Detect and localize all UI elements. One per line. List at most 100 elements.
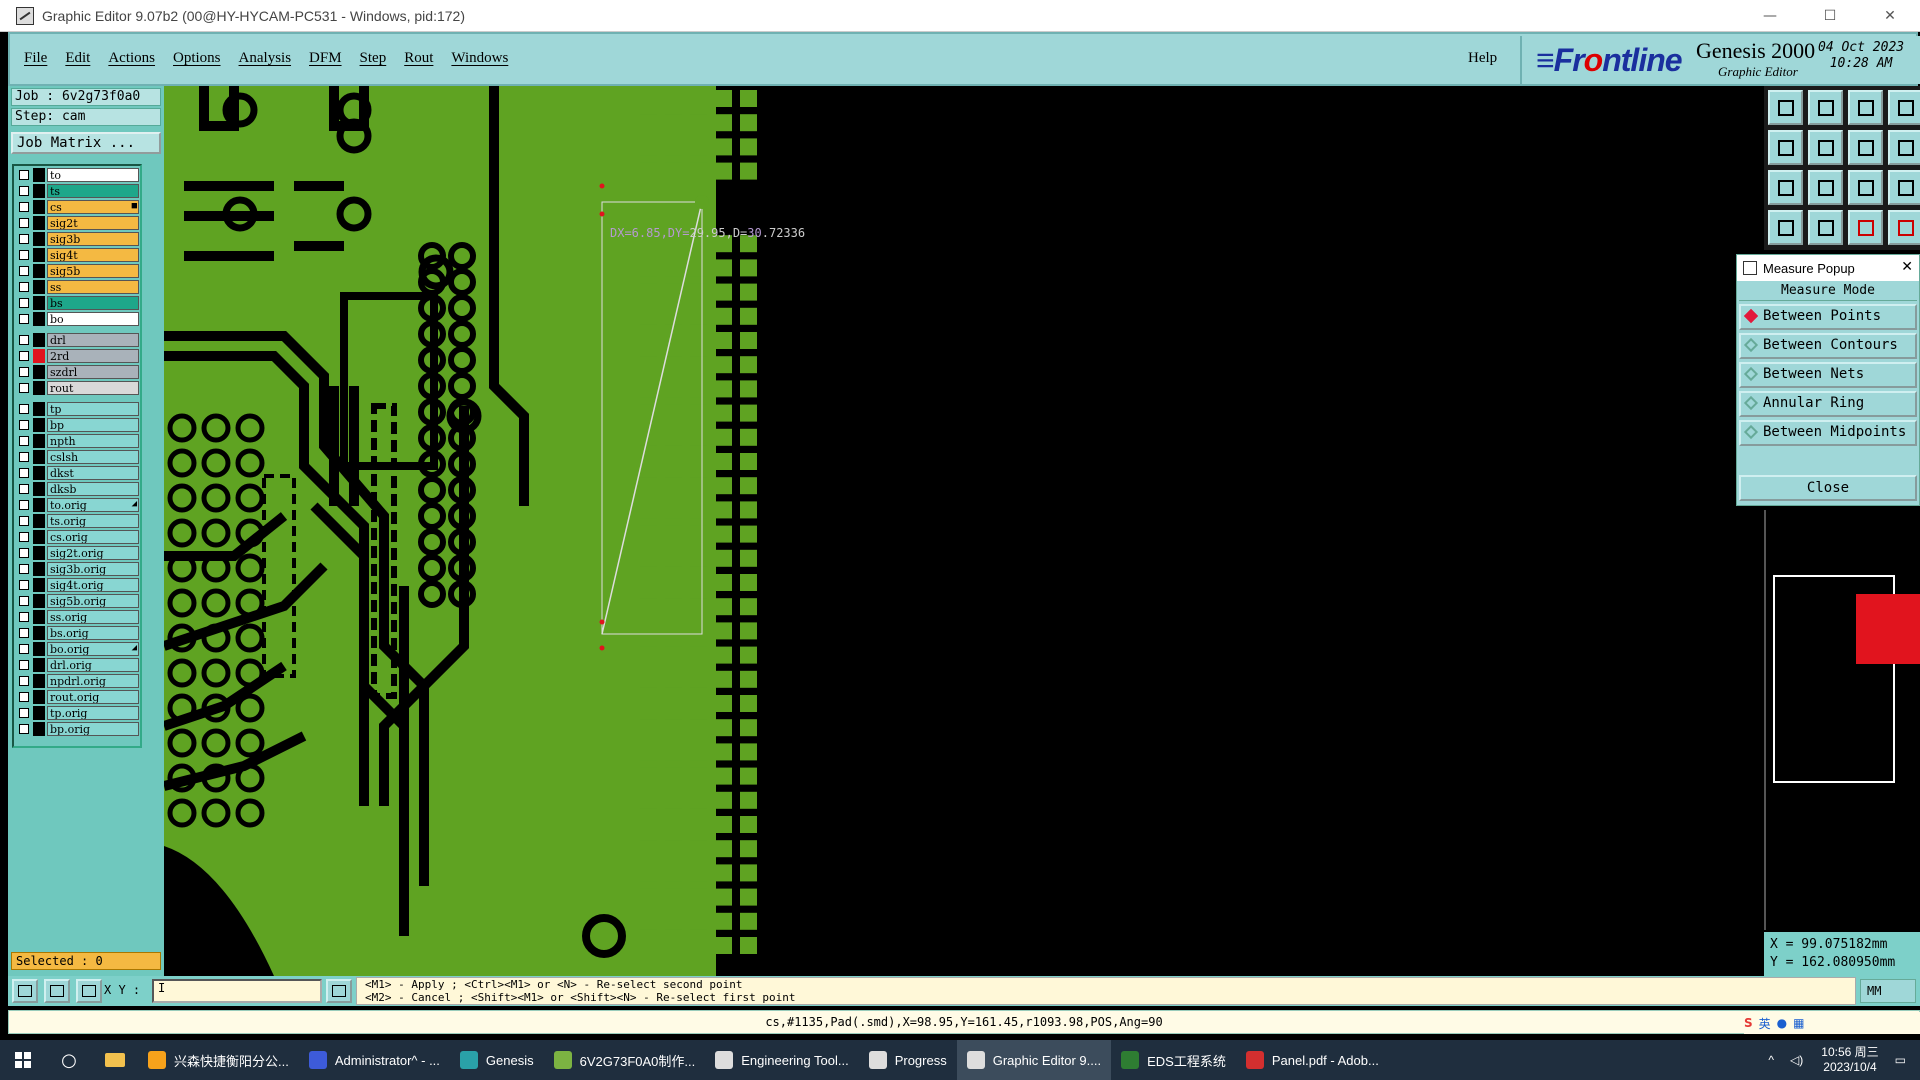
menu-options[interactable]: Options	[173, 50, 221, 67]
taskbar-app[interactable]: Engineering Tool...	[705, 1040, 858, 1080]
clock[interactable]: 10:56 周三 2023/10/4	[1821, 1045, 1878, 1075]
layer-row[interactable]: sig4t.orig	[16, 578, 140, 592]
ime-toolbar[interactable]: S 英 ● ▦	[1744, 1012, 1920, 1034]
layer-color-swatch[interactable]	[33, 434, 45, 448]
layer-color-swatch[interactable]	[33, 184, 45, 198]
layer-name[interactable]: sig4t	[47, 248, 139, 262]
layer-name[interactable]: sig2t	[47, 216, 139, 230]
layer-row[interactable]: drl.orig	[16, 658, 140, 672]
layer-row[interactable]: bp	[16, 418, 140, 432]
layer-checkbox[interactable]	[19, 202, 29, 212]
volume-icon[interactable]: ◁)	[1790, 1053, 1803, 1067]
layer-checkbox[interactable]	[19, 335, 29, 345]
layer-row[interactable]: drl	[16, 333, 140, 347]
taskbar-app[interactable]: Panel.pdf - Adob...	[1236, 1040, 1389, 1080]
layer-color-swatch[interactable]	[33, 626, 45, 640]
layer-checkbox[interactable]	[19, 516, 29, 526]
layer-name[interactable]: 2rd	[47, 349, 139, 363]
layer-name[interactable]: cslsh	[47, 450, 139, 464]
menu-edit[interactable]: Edit	[65, 50, 90, 67]
layer-color-swatch[interactable]	[33, 690, 45, 704]
layer-checkbox[interactable]	[19, 532, 29, 542]
layer-name[interactable]: drl.orig	[47, 658, 139, 672]
option-between-points[interactable]: Between Points	[1739, 304, 1917, 330]
start-button[interactable]	[0, 1040, 46, 1080]
snap-button[interactable]	[12, 979, 38, 1003]
tool-button[interactable]	[1848, 90, 1883, 125]
layer-color-swatch[interactable]	[33, 200, 45, 214]
layer-row[interactable]: sig2t	[16, 216, 140, 230]
layer-color-swatch[interactable]	[33, 610, 45, 624]
tool-button[interactable]	[1848, 210, 1883, 245]
layer-name[interactable]: tp.orig	[47, 706, 139, 720]
layer-row[interactable]: ss.orig	[16, 610, 140, 624]
layer-color-swatch[interactable]	[33, 530, 45, 544]
layer-color-swatch[interactable]	[33, 381, 45, 395]
layer-checkbox[interactable]	[19, 468, 29, 478]
grid-button[interactable]	[76, 979, 102, 1003]
layer-name[interactable]: bo.orig	[47, 642, 139, 656]
taskbar-app[interactable]: Progress	[859, 1040, 957, 1080]
layer-name[interactable]: sig5b	[47, 264, 139, 278]
layer-checkbox[interactable]	[19, 580, 29, 590]
layer-name[interactable]: tp	[47, 402, 139, 416]
layer-color-swatch[interactable]	[33, 514, 45, 528]
tool-button[interactable]	[1808, 130, 1843, 165]
layer-checkbox[interactable]	[19, 186, 29, 196]
layer-color-swatch[interactable]	[33, 578, 45, 592]
menu-help[interactable]: Help	[1468, 50, 1497, 67]
layer-name[interactable]: bp.orig	[47, 722, 139, 736]
layer-name[interactable]: npdrl.orig	[47, 674, 139, 688]
ruler-button[interactable]	[44, 979, 70, 1003]
layer-checkbox[interactable]	[19, 452, 29, 462]
layer-row[interactable]: tp	[16, 402, 140, 416]
graphic-canvas[interactable]: DX=6.85,DY=29.95,D=30.72336	[164, 86, 1764, 976]
mini-map[interactable]	[1764, 510, 1920, 930]
layer-row[interactable]: dksb	[16, 482, 140, 496]
tool-button[interactable]	[1768, 130, 1803, 165]
layer-name[interactable]: sig3b	[47, 232, 139, 246]
layer-color-swatch[interactable]	[33, 418, 45, 432]
taskbar-app[interactable]: Administrator^ - ...	[299, 1040, 450, 1080]
close-icon[interactable]: ✕	[1901, 259, 1913, 275]
layer-checkbox[interactable]	[19, 628, 29, 638]
tool-button[interactable]	[1808, 170, 1843, 205]
layer-name[interactable]: cs.orig	[47, 530, 139, 544]
layer-color-swatch[interactable]	[33, 562, 45, 576]
layer-checkbox[interactable]	[19, 420, 29, 430]
xy-input[interactable]: I	[152, 979, 322, 1003]
layer-row[interactable]: sig4t	[16, 248, 140, 262]
layer-color-swatch[interactable]	[33, 498, 45, 512]
layer-name[interactable]: bp	[47, 418, 139, 432]
layer-row[interactable]: bp.orig	[16, 722, 140, 736]
layer-checkbox[interactable]	[19, 170, 29, 180]
layer-checkbox[interactable]	[19, 218, 29, 228]
layer-name[interactable]: bo	[47, 312, 139, 326]
layer-name[interactable]: dksb	[47, 482, 139, 496]
menu-file[interactable]: File	[24, 50, 47, 67]
layer-color-swatch[interactable]	[33, 349, 45, 363]
layer-checkbox[interactable]	[19, 314, 29, 324]
layer-checkbox[interactable]	[19, 351, 29, 361]
taskbar-app[interactable]: EDS工程系统	[1111, 1040, 1236, 1080]
layer-color-swatch[interactable]	[33, 296, 45, 310]
tool-button[interactable]	[1808, 90, 1843, 125]
layer-name[interactable]: npth	[47, 434, 139, 448]
layer-row[interactable]: bo.orig ◢	[16, 642, 140, 656]
option-annular-ring[interactable]: Annular Ring	[1739, 391, 1917, 417]
layer-checkbox[interactable]	[19, 234, 29, 244]
layer-checkbox[interactable]	[19, 298, 29, 308]
layer-name[interactable]: rout	[47, 381, 139, 395]
file-explorer-button[interactable]	[92, 1040, 138, 1080]
option-between-midpoints[interactable]: Between Midpoints	[1739, 420, 1917, 446]
layer-name[interactable]: ts	[47, 184, 139, 198]
layer-name[interactable]: ts.orig	[47, 514, 139, 528]
layer-row[interactable]: bo	[16, 312, 140, 326]
layer-name[interactable]: to	[47, 168, 139, 182]
layer-checkbox[interactable]	[19, 676, 29, 686]
menu-analysis[interactable]: Analysis	[239, 50, 292, 67]
layer-color-swatch[interactable]	[33, 402, 45, 416]
layer-row[interactable]: ts	[16, 184, 140, 198]
tool-button[interactable]	[1808, 210, 1843, 245]
tool-button[interactable]	[1768, 210, 1803, 245]
